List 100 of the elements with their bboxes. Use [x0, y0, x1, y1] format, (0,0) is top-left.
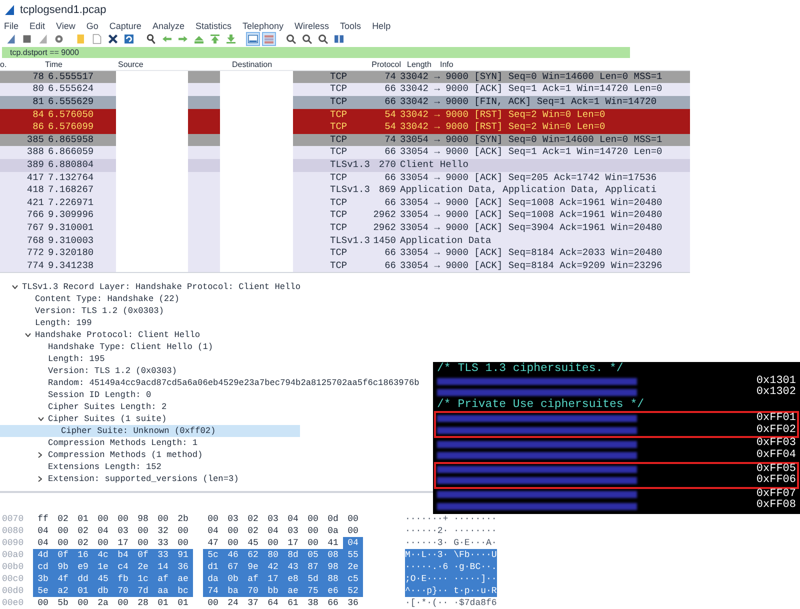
tree-item[interactable]: Extension: supported_versions (len=3) — [0, 473, 241, 486]
hex-byte[interactable]: 04 — [283, 513, 303, 525]
hex-byte[interactable]: 70 — [243, 585, 263, 597]
menu-item[interactable]: View — [56, 20, 76, 32]
tree-item[interactable]: Version: TLS 1.2 (0x0303) — [0, 365, 179, 378]
column-header[interactable]: Info — [439, 58, 690, 71]
menu-item[interactable]: Help — [372, 20, 391, 32]
hex-byte[interactable]: 08 — [323, 549, 343, 561]
hex-byte[interactable]: ae — [173, 573, 193, 585]
column-header[interactable]: Source — [116, 58, 221, 71]
hex-byte[interactable]: b4 — [113, 549, 133, 561]
hex-byte[interactable]: 1c — [133, 573, 153, 585]
tree-item[interactable]: Cipher Suite: Unknown (0xff02) — [0, 425, 300, 438]
hex-byte[interactable]: db — [93, 585, 113, 597]
hex-byte[interactable]: 28 — [133, 597, 153, 609]
hex-byte[interactable]: 80 — [263, 549, 283, 561]
hex-byte[interactable]: 04 — [33, 525, 53, 537]
hex-byte[interactable]: 61 — [283, 597, 303, 609]
hex-byte[interactable]: bb — [263, 585, 283, 597]
hex-byte[interactable]: 0a — [323, 525, 343, 537]
hex-byte[interactable]: 04 — [203, 525, 223, 537]
tree-item[interactable]: Content Type: Handshake (22) — [0, 293, 182, 306]
tree-item[interactable]: Length: 195 — [0, 353, 107, 366]
hex-byte[interactable]: 43 — [283, 561, 303, 573]
tree-item[interactable]: Cipher Suites (1 suite) — [0, 413, 169, 426]
hex-byte[interactable]: 70 — [113, 585, 133, 597]
hex-byte[interactable]: 8d — [283, 549, 303, 561]
hex-byte[interactable]: 7d — [133, 585, 153, 597]
hex-byte[interactable]: cd — [33, 561, 53, 573]
tree-item[interactable]: Compression Methods (1 method) — [0, 449, 205, 462]
hex-byte[interactable]: 04 — [343, 537, 363, 549]
hex-byte[interactable]: 00 — [223, 525, 243, 537]
packet-row[interactable]: 418 7.168267 TLSv1.3 869 Application Data, Application Data, Applicati — [0, 184, 690, 197]
hex-byte[interactable]: dd — [73, 573, 93, 585]
menu-item[interactable]: Edit — [30, 20, 46, 32]
column-header[interactable]: o. — [0, 58, 20, 71]
hex-byte[interactable]: 24 — [223, 597, 243, 609]
hex-byte[interactable]: 17 — [263, 573, 283, 585]
menu-item[interactable]: Go — [86, 20, 98, 32]
hex-byte[interactable]: 00 — [173, 537, 193, 549]
hex-byte[interactable]: 02 — [73, 537, 93, 549]
list-icon[interactable] — [247, 32, 259, 45]
hex-byte[interactable]: 0f — [53, 549, 73, 561]
close-icon[interactable] — [107, 32, 119, 45]
hex-byte[interactable]: 00 — [303, 525, 323, 537]
hex-byte[interactable]: 98 — [133, 513, 153, 525]
hex-byte[interactable]: aa — [153, 585, 173, 597]
hex-byte[interactable]: 03 — [113, 525, 133, 537]
hex-byte[interactable]: 98 — [323, 561, 343, 573]
tree-item[interactable]: Extensions Length: 152 — [0, 461, 164, 474]
packet-row[interactable]: 84 6.576050 TCP 54 33042 → 9000 [RST] Seq=2 Win=0 Len=0 — [0, 108, 690, 122]
hex-byte[interactable]: 00 — [73, 597, 93, 609]
hex-byte[interactable]: 00 — [173, 525, 193, 537]
hex-byte[interactable]: e6 — [323, 585, 343, 597]
hex-byte[interactable]: 00 — [113, 513, 133, 525]
hex-byte[interactable]: 01 — [153, 597, 173, 609]
hex-byte[interactable]: 00 — [203, 513, 223, 525]
hex-byte[interactable]: 04 — [263, 525, 283, 537]
hex-byte[interactable]: 02 — [73, 525, 93, 537]
tree-item[interactable]: TLSv1.3 Record Layer: Handshake Protocol: Client Hello — [0, 281, 302, 294]
hex-byte[interactable]: 17 — [283, 537, 303, 549]
hex-byte[interactable]: 9e — [243, 561, 263, 573]
column-header[interactable]: Length — [407, 58, 439, 71]
packet-row[interactable]: 768 9.310003 TLSv1.3 1450 Application Data — [0, 234, 690, 248]
hex-byte[interactable]: 01 — [73, 585, 93, 597]
hex-byte[interactable]: 0b — [223, 573, 243, 585]
tree-item[interactable]: Handshake Protocol: Client Hello — [0, 329, 202, 342]
hex-byte[interactable]: 4f — [53, 573, 73, 585]
hex-byte[interactable]: 62 — [243, 549, 263, 561]
hex-byte[interactable]: 42 — [263, 561, 283, 573]
menu-item[interactable]: Wireless — [294, 20, 330, 32]
reload-icon[interactable] — [123, 32, 135, 45]
columns-icon[interactable] — [333, 32, 345, 45]
hex-byte[interactable]: a2 — [53, 585, 73, 597]
hex-byte[interactable]: 36 — [173, 561, 193, 573]
zoom-out-icon[interactable] — [301, 32, 313, 45]
hex-byte[interactable]: fb — [113, 573, 133, 585]
tree-item[interactable]: Version: TLS 1.2 (0x0303) — [0, 305, 166, 318]
hex-byte[interactable]: 2b — [173, 513, 193, 525]
hex-byte[interactable]: 37 — [243, 597, 263, 609]
hex-byte[interactable]: 03 — [283, 525, 303, 537]
hex-byte[interactable]: 00 — [153, 513, 173, 525]
menu-item[interactable]: Statistics — [195, 20, 232, 32]
hex-byte[interactable]: 00 — [343, 525, 363, 537]
hex-byte[interactable]: 01 — [173, 597, 193, 609]
packet-row[interactable]: 385 6.865958 TCP 74 33054 → 9000 [SYN] Seq=0 Win=14600 Len=0 MSS=1 — [0, 134, 690, 146]
hex-byte[interactable]: 00 — [303, 537, 323, 549]
hex-byte[interactable]: e9 — [73, 561, 93, 573]
tree-item[interactable]: Session ID Length: 0 — [0, 389, 154, 402]
hex-byte[interactable]: 87 — [303, 561, 323, 573]
hex-byte[interactable]: 00 — [53, 525, 73, 537]
hex-byte[interactable]: 5e — [33, 585, 53, 597]
hex-byte[interactable]: 02 — [243, 513, 263, 525]
hex-byte[interactable]: 00 — [113, 597, 133, 609]
column-header[interactable]: Time — [20, 58, 116, 71]
hex-byte[interactable]: da — [203, 573, 223, 585]
hex-byte[interactable]: 16 — [73, 549, 93, 561]
packet-row[interactable]: 766 9.309996 TCP 2962 33054 → 9000 [ACK] Seq=1008 Ack=1961 Win=20480 — [0, 209, 690, 222]
hex-byte[interactable]: 00 — [343, 513, 363, 525]
hex-byte[interactable]: 17 — [113, 537, 133, 549]
